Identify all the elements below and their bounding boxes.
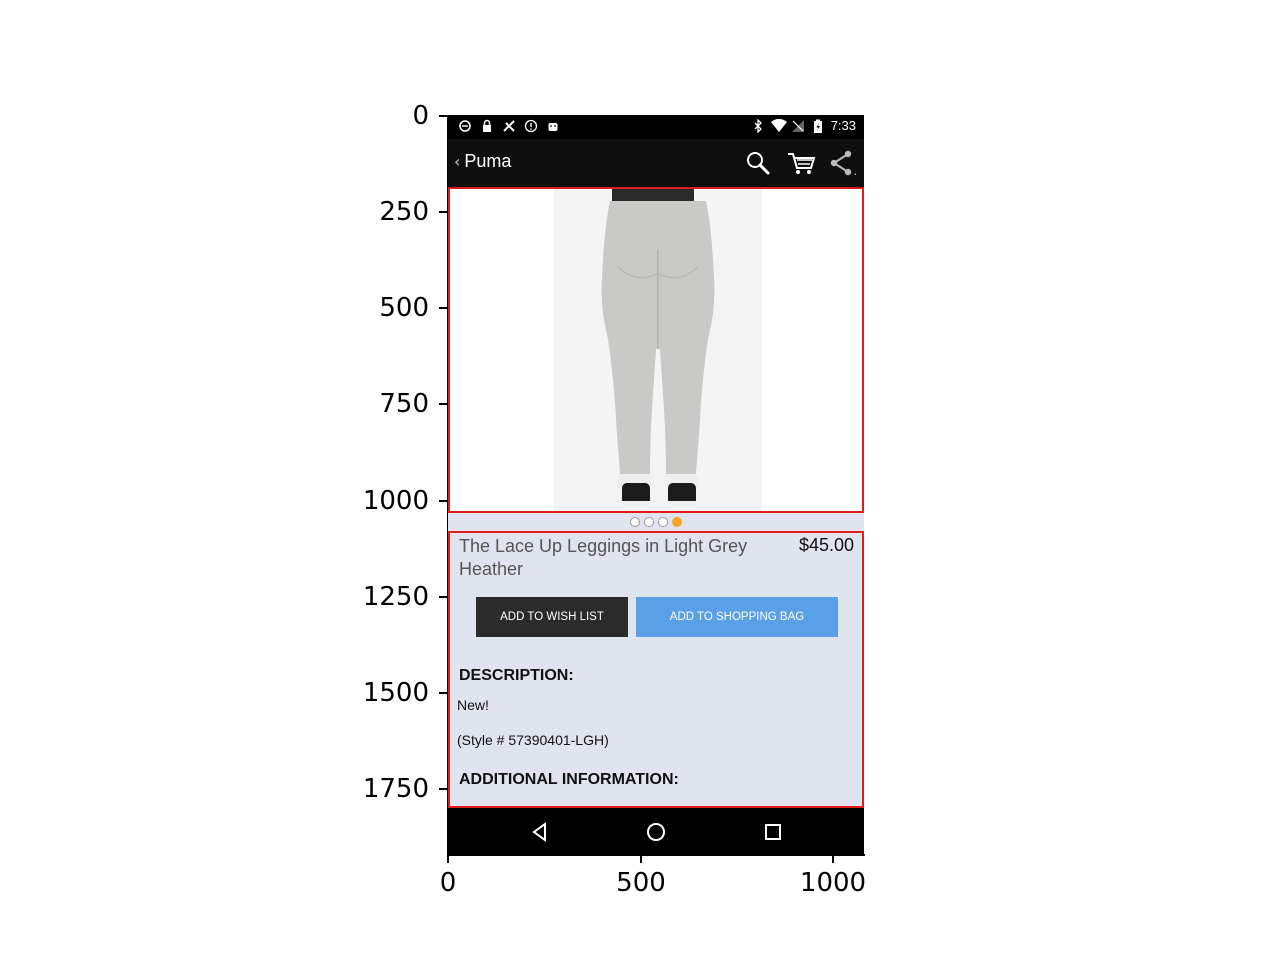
y-tick [439, 307, 447, 309]
wifi-icon [770, 118, 787, 133]
home-circle-icon[interactable] [644, 820, 668, 844]
product-content: The Lace Up Leggings in Light Grey Heath… [448, 187, 864, 808]
y-tick-label: 1000 [362, 486, 429, 516]
y-tick-label: 1500 [362, 678, 429, 708]
y-tick [439, 211, 447, 213]
search-icon[interactable] [744, 149, 772, 177]
android-icon [546, 119, 560, 133]
carousel-dot[interactable] [644, 517, 654, 527]
y-tick [439, 596, 447, 598]
x-tick-label: 0 [439, 868, 457, 898]
y-tick [439, 500, 447, 502]
description-line: New! [457, 697, 489, 713]
phone-screen: 7:33 ‹ Puma The Lace Up Leggings in Ligh… [448, 115, 864, 855]
y-tick-label: 1250 [362, 582, 429, 612]
share-icon[interactable] [828, 149, 856, 177]
alert-icon [524, 119, 538, 133]
y-tick-label: 0 [412, 101, 429, 131]
product-photo [554, 189, 762, 511]
back-triangle-icon[interactable] [528, 820, 552, 844]
y-tick [439, 115, 447, 117]
chevron-left-icon: ‹ [454, 152, 461, 171]
product-image-carousel[interactable] [448, 187, 864, 513]
y-tick-label: 750 [379, 389, 429, 419]
product-name: The Lace Up Leggings in Light Grey Heath… [459, 536, 748, 579]
add-to-shopping-bag-button[interactable]: ADD TO SHOPPING BAG [636, 597, 838, 637]
x-tick [832, 855, 834, 863]
description-heading: DESCRIPTION: [459, 667, 574, 684]
app-bar-title: Puma [464, 151, 512, 171]
bluetooth-icon [751, 117, 765, 134]
additional-info-heading: ADDITIONAL INFORMATION: [459, 771, 679, 788]
recents-square-icon[interactable] [761, 820, 785, 844]
y-tick [439, 692, 447, 694]
x-tick-label: 1000 [799, 868, 867, 898]
y-tick [439, 403, 447, 405]
carousel-dot-active[interactable] [672, 517, 682, 527]
style-number: (Style # 57390401-LGH) [457, 732, 609, 748]
lock-icon [480, 119, 494, 133]
cart-icon[interactable] [786, 149, 816, 177]
y-tick-label: 500 [379, 293, 429, 323]
sync-icon [502, 119, 516, 133]
system-nav-bar [448, 808, 864, 855]
product-price: $45.00 [798, 535, 854, 555]
y-tick-label: 1750 [362, 774, 429, 804]
data-saver-icon [458, 119, 472, 133]
app-bar: ‹ Puma [448, 139, 864, 187]
status-bar: 7:33 [448, 115, 864, 139]
carousel-dot[interactable] [658, 517, 668, 527]
no-sim-icon [791, 119, 805, 133]
product-details: The Lace Up Leggings in Light Grey Heath… [448, 533, 864, 808]
x-tick-label: 500 [616, 868, 666, 898]
add-to-wish-list-button[interactable]: ADD TO WISH LIST [476, 597, 628, 637]
x-tick [447, 855, 449, 863]
back-button[interactable]: ‹ Puma [454, 151, 511, 172]
status-time: 7:33 [830, 118, 856, 133]
y-tick-label: 250 [379, 197, 429, 227]
carousel-dot[interactable] [630, 517, 640, 527]
x-tick [640, 855, 642, 863]
battery-charging-icon [811, 119, 825, 133]
carousel-indicator [448, 513, 864, 533]
y-tick [439, 788, 447, 790]
